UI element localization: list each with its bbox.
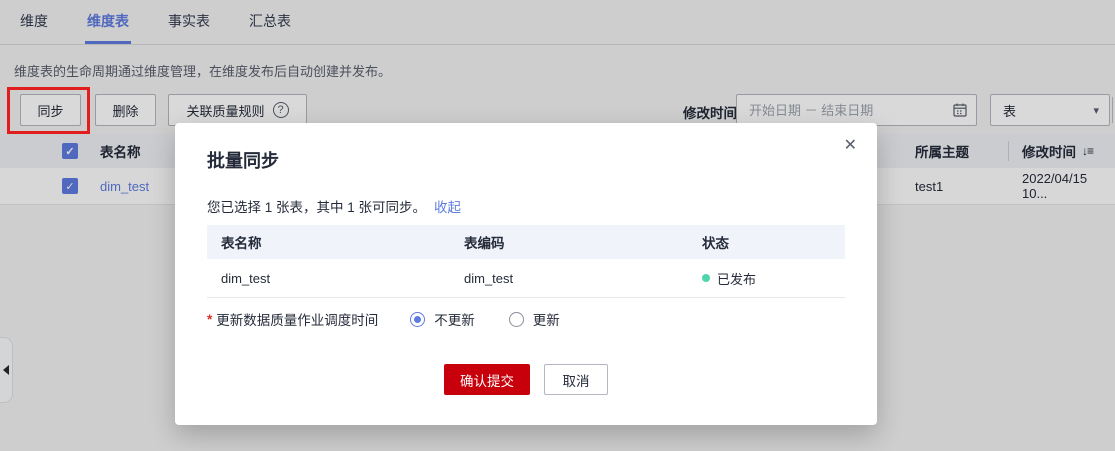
modal-title: 批量同步: [207, 151, 279, 171]
radio-no-update-label: 不更新: [434, 313, 475, 328]
batch-sync-modal: ✕ 批量同步 您已选择 1 张表，其中 1 张可同步。 收起 表名称 表编码 状态…: [175, 123, 877, 425]
modal-column-header-name: 表名称: [221, 236, 262, 251]
modal-form-row: * 更新数据质量作业调度时间 不更新 更新: [207, 309, 560, 329]
radio-update-label: 更新: [532, 313, 560, 328]
status-badge: 已发布: [717, 271, 757, 287]
modal-table-header-row: 表名称 表编码 状态: [207, 225, 845, 259]
modal-table-row: dim_test dim_test 已发布: [207, 259, 845, 298]
confirm-submit-button[interactable]: 确认提交: [444, 364, 530, 395]
modal-row-code: dim_test: [464, 270, 514, 286]
modal-summary: 您已选择 1 张表，其中 1 张可同步。 收起: [207, 196, 461, 216]
modal-row-name: dim_test: [221, 270, 271, 286]
cancel-button[interactable]: 取消: [544, 364, 608, 395]
modal-column-header-status: 状态: [702, 236, 729, 251]
close-icon[interactable]: ✕: [844, 135, 857, 155]
collapse-link[interactable]: 收起: [434, 200, 461, 215]
modal-column-header-code: 表编码: [464, 236, 505, 251]
radio-update[interactable]: 更新: [508, 309, 560, 329]
radio-unselected-icon: [508, 311, 524, 327]
status-published-icon: [702, 274, 710, 282]
schedule-time-label: 更新数据质量作业调度时间: [216, 313, 379, 328]
modal-summary-text: 您已选择 1 张表，其中 1 张可同步。: [207, 200, 427, 215]
modal-row-status: 已发布: [688, 269, 845, 288]
radio-no-update[interactable]: 不更新: [410, 309, 475, 329]
schedule-radio-group: 不更新 更新: [410, 309, 560, 329]
modal-table: 表名称 表编码 状态 dim_test dim_test 已发布: [207, 225, 845, 298]
modal-footer: 确认提交 取消: [175, 364, 877, 395]
required-mark: *: [207, 311, 213, 327]
radio-selected-icon: [410, 311, 426, 327]
